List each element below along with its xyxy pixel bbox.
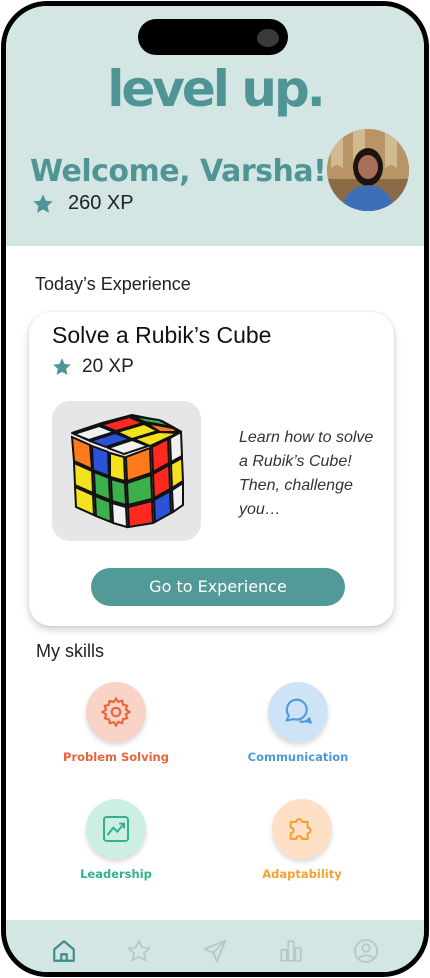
gear-icon — [100, 696, 132, 728]
experience-xp-value: 20 XP — [82, 356, 134, 377]
star-icon — [53, 358, 71, 375]
tab-send[interactable] — [198, 934, 232, 968]
tab-stats[interactable] — [274, 934, 308, 968]
skill-label: Communication — [247, 750, 349, 764]
tab-home[interactable] — [47, 934, 81, 968]
star-icon — [33, 193, 53, 213]
welcome-title: Welcome, Varsha! — [30, 154, 327, 189]
avatar-photo — [327, 129, 409, 211]
puzzle-icon — [289, 818, 312, 840]
user-xp-value: 260 XP — [68, 192, 134, 214]
trend-chart-icon — [103, 816, 129, 842]
skill-adaptability[interactable]: Adaptability — [212, 799, 392, 881]
chat-bubbles-icon — [285, 698, 312, 724]
skill-communication[interactable]: Communication — [208, 682, 388, 764]
avatar[interactable] — [327, 129, 409, 211]
home-icon — [52, 940, 75, 962]
star-icon — [128, 939, 151, 962]
app-logo: level up. — [107, 60, 325, 118]
skill-problem-solving[interactable]: Problem Solving — [26, 682, 206, 764]
skill-leadership[interactable]: Leadership — [26, 799, 206, 881]
skills-section-title: My skills — [36, 641, 104, 661]
tab-profile[interactable] — [349, 934, 383, 968]
header: level up. Welcome, Varsha! 260 XP — [6, 6, 424, 246]
experience-description: Learn how to solve a Rubik’s Cube! Then,… — [239, 429, 374, 518]
skill-label: Adaptability — [262, 867, 342, 881]
rubiks-cube-image — [52, 401, 201, 541]
skill-problem-solving-circle — [86, 682, 146, 742]
today-section-title: Today’s Experience — [35, 274, 191, 294]
experience-title: Solve a Rubik’s Cube — [52, 322, 272, 348]
dynamic-island — [138, 19, 288, 55]
skill-label: Problem Solving — [63, 750, 169, 764]
tab-favorites[interactable] — [122, 934, 156, 968]
skill-leadership-circle — [86, 799, 146, 859]
skill-label: Leadership — [80, 867, 152, 881]
experience-xp: 20 XP — [52, 356, 134, 378]
phone-frame: level up. Welcome, Varsha! 260 XP Today’… — [1, 1, 429, 977]
skill-communication-circle — [268, 682, 328, 742]
bar-chart-icon — [279, 940, 302, 962]
send-icon — [203, 939, 227, 963]
profile-icon — [354, 938, 379, 964]
camera-icon — [257, 29, 279, 47]
go-to-experience-button[interactable]: Go to Experience — [91, 568, 345, 606]
tab-bar — [6, 920, 424, 972]
skill-adaptability-circle — [272, 799, 332, 859]
user-xp: 260 XP — [32, 192, 134, 215]
experience-card[interactable]: Solve a Rubik’s Cube 20 XP Learn how to … — [29, 312, 394, 626]
